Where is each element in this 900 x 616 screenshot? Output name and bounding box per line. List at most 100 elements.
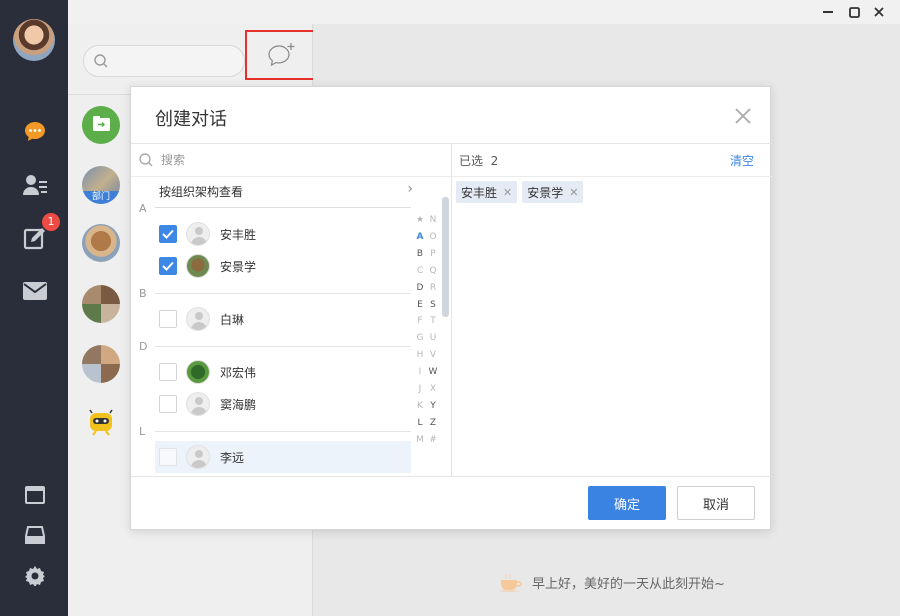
contact-search-input[interactable]: 搜索 <box>139 151 185 168</box>
department-group-avatar[interactable]: 部门 <box>82 166 120 204</box>
maximize-button[interactable] <box>845 4 863 20</box>
contact-name: 安丰胜 <box>220 227 257 242</box>
index-letter[interactable]: I <box>415 367 425 377</box>
contact-name: 安景学 <box>220 259 257 274</box>
index-letter[interactable]: O <box>428 232 438 242</box>
index-letter[interactable]: T <box>428 316 438 326</box>
group-avatar[interactable] <box>82 345 120 383</box>
contact-name: 李远 <box>220 450 245 465</box>
index-letter[interactable]: R <box>428 283 438 293</box>
new-chat-icon <box>267 43 294 67</box>
index-letter[interactable]: Y <box>428 401 438 411</box>
divider <box>155 431 411 432</box>
contact-row[interactable]: 白琳 <box>155 303 411 335</box>
contact-row[interactable]: 李远 <box>155 441 411 473</box>
contact-name: 窦海鹏 <box>220 397 257 412</box>
index-letter[interactable]: C <box>415 266 425 276</box>
avatar <box>186 360 210 384</box>
index-letter[interactable]: G <box>415 333 425 343</box>
index-letter[interactable]: D <box>415 283 425 293</box>
contact-checkbox[interactable] <box>159 363 177 381</box>
divider <box>155 293 411 294</box>
selected-chips: 安丰胜 ✕ 安景学 ✕ <box>456 181 584 203</box>
clear-selection-link[interactable]: 清空 <box>730 152 754 169</box>
avatar <box>186 445 210 469</box>
remove-chip-icon[interactable]: ✕ <box>503 186 512 199</box>
search-icon <box>139 152 153 166</box>
index-letter[interactable]: K <box>415 401 425 411</box>
group-letter: B <box>139 287 147 300</box>
selected-count: 2 <box>490 154 499 168</box>
contact-row[interactable]: 安景学 <box>155 250 411 282</box>
minimize-button[interactable] <box>819 4 837 20</box>
index-letter[interactable]: ★ <box>415 215 425 225</box>
drive-icon[interactable] <box>22 522 48 548</box>
index-letter[interactable]: Q <box>428 266 438 276</box>
index-letter[interactable]: N <box>428 215 438 225</box>
contact-name: 白琳 <box>220 312 245 327</box>
confirm-button[interactable]: 确定 <box>588 486 666 520</box>
chat-icon[interactable] <box>22 119 48 145</box>
left-nav: 1 <box>0 0 68 616</box>
index-letter[interactable]: V <box>428 350 438 360</box>
close-icon <box>735 108 751 124</box>
index-letter[interactable]: A <box>415 232 425 242</box>
create-chat-dialog: 创建对话 搜索 按组织架构查看 › A 安丰胜 安景学 B 白琳 D 邓宏伟 窦… <box>130 86 772 530</box>
new-chat-button[interactable] <box>245 30 318 80</box>
user-avatar[interactable] <box>13 19 55 61</box>
index-letter[interactable]: X <box>428 384 438 394</box>
greeting-text: 早上好，美好的一天从此刻开始~ <box>532 576 725 592</box>
window-icon[interactable] <box>22 482 48 508</box>
selected-chip: 安丰胜 ✕ <box>456 181 518 203</box>
avatar <box>186 254 210 278</box>
contact-row[interactable]: 邓宏伟 <box>155 356 411 388</box>
index-letter[interactable]: U <box>428 333 438 343</box>
index-letter[interactable]: J <box>415 384 425 394</box>
divider <box>155 207 411 208</box>
dialog-close-button[interactable] <box>734 107 752 125</box>
contact-name: 邓宏伟 <box>220 365 257 380</box>
index-letter[interactable]: P <box>428 249 438 259</box>
org-structure-link[interactable]: 按组织架构查看 › <box>159 181 413 200</box>
index-letter[interactable]: S <box>428 300 438 310</box>
dialog-title: 创建对话 <box>155 109 227 130</box>
index-letter[interactable]: M <box>415 435 425 445</box>
contact-row[interactable]: 窦海鹏 <box>155 388 411 420</box>
check-icon <box>162 261 174 271</box>
contact-avatar[interactable] <box>82 224 120 262</box>
contact-row[interactable]: 安丰胜 <box>155 218 411 250</box>
index-letter[interactable]: E <box>415 300 425 310</box>
file-transfer-avatar[interactable] <box>82 106 120 144</box>
cancel-button[interactable]: 取消 <box>677 486 755 520</box>
contacts-icon[interactable] <box>22 172 48 198</box>
contact-checkbox[interactable] <box>159 395 177 413</box>
remove-chip-icon[interactable]: ✕ <box>569 186 578 199</box>
contact-checkbox[interactable] <box>159 257 177 275</box>
chevron-right-icon: › <box>407 181 413 197</box>
index-letter[interactable]: # <box>428 435 438 445</box>
settings-icon[interactable] <box>22 563 48 589</box>
mail-icon[interactable] <box>22 278 48 304</box>
unread-badge: 1 <box>42 213 60 231</box>
contact-checkbox[interactable] <box>159 225 177 243</box>
contact-list-scrollbar[interactable] <box>442 197 449 317</box>
group-letter: A <box>139 202 147 215</box>
session-search-input[interactable] <box>83 45 245 77</box>
chip-label: 安丰胜 <box>461 185 498 200</box>
contact-checkbox[interactable] <box>159 310 177 328</box>
index-letter[interactable]: F <box>415 316 425 326</box>
divider <box>155 346 411 347</box>
index-letter[interactable]: Z <box>428 418 438 428</box>
index-letter[interactable]: W <box>428 367 438 377</box>
notes-icon[interactable] <box>22 225 48 251</box>
index-letter[interactable]: L <box>415 418 425 428</box>
contact-checkbox[interactable] <box>159 448 177 466</box>
group-letter: L <box>139 425 146 438</box>
close-window-button[interactable] <box>870 4 888 20</box>
index-letter[interactable]: B <box>415 249 425 259</box>
search-icon <box>94 54 108 68</box>
group-letter: D <box>139 340 148 353</box>
group-avatar[interactable] <box>82 285 120 323</box>
bot-avatar[interactable] <box>82 404 120 442</box>
index-letter[interactable]: H <box>415 350 425 360</box>
